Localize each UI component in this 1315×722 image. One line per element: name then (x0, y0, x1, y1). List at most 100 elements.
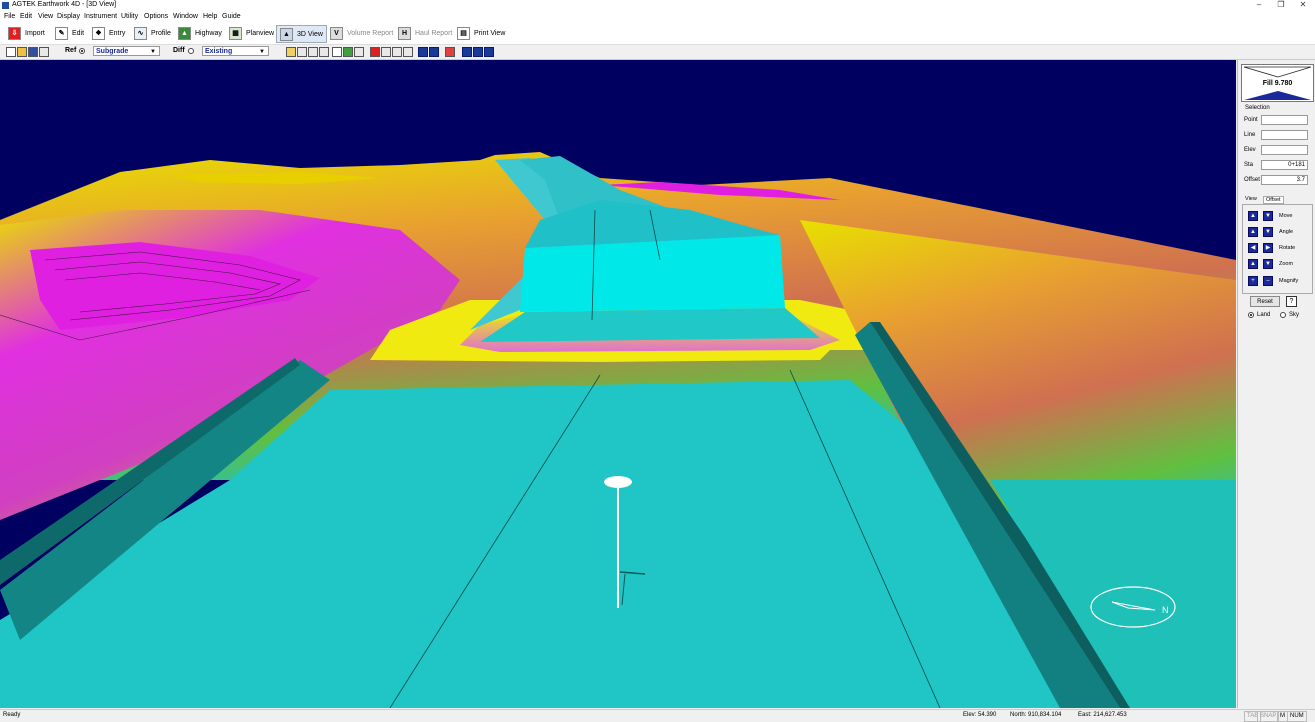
menu-edit[interactable]: Edit (20, 13, 32, 20)
selection-title: Selection (1245, 105, 1270, 111)
app-icon (2, 2, 9, 9)
tab-edit[interactable]: ✎ Edit (52, 25, 87, 41)
station-field[interactable]: 0+181 (1261, 160, 1308, 170)
sheet-icon[interactable] (332, 47, 342, 57)
tab-entry[interactable]: ❖ Entry (89, 25, 128, 41)
menu-guide[interactable]: Guide (222, 13, 241, 20)
home-icon[interactable] (473, 47, 483, 57)
menu-help[interactable]: Help (203, 13, 217, 20)
zoom-out-icon[interactable]: ▼ (1263, 259, 1273, 269)
sky-radio[interactable] (1280, 312, 1286, 318)
tab-volume-report[interactable]: V Volume Report (327, 25, 396, 41)
status-ready: Ready (3, 712, 21, 718)
layer-icon[interactable] (462, 47, 472, 57)
restore-icon[interactable]: ❐ (1270, 0, 1292, 11)
menu-options[interactable]: Options (144, 13, 168, 20)
elev-label: Elev (1244, 147, 1256, 153)
tab-planview[interactable]: ▦ Planview (226, 25, 277, 41)
mode-tabbar: ⇩ Import ✎ Edit ❖ Entry ∿ Profile ▲ High… (0, 22, 1315, 45)
edit-icon: ✎ (55, 26, 68, 40)
diff-radio[interactable] (188, 48, 194, 54)
angle-label: Angle (1279, 229, 1294, 235)
view-toolbar: Ref Subgrade ▼ Diff Existing ▼ (0, 45, 1315, 60)
open-folder-icon[interactable] (17, 47, 27, 57)
tab-3d-view[interactable]: ▲ 3D View (276, 25, 327, 43)
zoom-label: Zoom (1279, 261, 1294, 267)
play-icon[interactable] (354, 47, 364, 57)
profile-icon: ∿ (134, 26, 147, 40)
tab-profile[interactable]: ∿ Profile (131, 25, 174, 41)
pan-icon[interactable] (297, 47, 307, 57)
planview-icon: ▦ (229, 26, 242, 40)
new-file-icon[interactable] (6, 47, 16, 57)
elev-field[interactable] (1261, 145, 1308, 155)
point-label: Point (1244, 117, 1258, 123)
rotate-right-icon[interactable]: ▶ (1263, 243, 1273, 253)
import-icon: ⇩ (8, 26, 21, 40)
print-icon[interactable] (39, 47, 49, 57)
menu-utility[interactable]: Utility (121, 13, 138, 20)
tab-print-view[interactable]: ▤ Print View (454, 25, 508, 41)
save-icon[interactable] (28, 47, 38, 57)
3d-viewport[interactable]: N (0, 60, 1236, 708)
rotate-left-icon[interactable]: ◀ (1248, 243, 1258, 253)
pause-icon[interactable] (392, 47, 402, 57)
angle-down-icon[interactable]: ▼ (1263, 227, 1273, 237)
menu-file[interactable]: File (4, 13, 15, 20)
menu-instrument[interactable]: Instrument (84, 13, 117, 20)
angle-up-icon[interactable]: ▲ (1248, 227, 1258, 237)
fill-indicator: Fill 9.780 (1241, 64, 1314, 102)
magnify-plus-icon[interactable]: + (1248, 276, 1258, 286)
tab-view[interactable]: View (1245, 196, 1257, 202)
zoom-window-icon[interactable] (319, 47, 329, 57)
zoom-in-icon[interactable]: ▲ (1248, 259, 1258, 269)
help-button[interactable]: ? (1286, 296, 1297, 307)
move-up-icon[interactable]: ▲ (1248, 211, 1258, 221)
menu-window[interactable]: Window (173, 13, 198, 20)
zoom-icon[interactable] (308, 47, 318, 57)
view-a-icon[interactable] (429, 47, 439, 57)
terrain-render[interactable]: N (0, 60, 1236, 708)
minimize-icon[interactable]: – (1248, 0, 1270, 11)
line-label: Line (1244, 132, 1256, 138)
record-icon[interactable] (370, 47, 380, 57)
tab-offset[interactable]: Offset (1263, 196, 1284, 204)
tab-highway[interactable]: ▲ Highway (175, 25, 225, 41)
grid-icon[interactable] (484, 47, 494, 57)
menu-display[interactable]: Display (57, 13, 80, 20)
reset-button[interactable]: Reset (1250, 296, 1280, 307)
svg-text:N: N (1162, 605, 1169, 615)
status-bar: Ready Elev: 54.390 North: 910,834.104 Ea… (0, 709, 1315, 722)
step-icon[interactable] (381, 47, 391, 57)
menu-bar: File Edit View Display Instrument Utilit… (0, 11, 1315, 22)
status-east: East: 214,627.453 (1078, 712, 1127, 718)
magnify-minus-icon[interactable]: – (1263, 276, 1273, 286)
volume-report-icon: V (330, 26, 343, 40)
move-down-icon[interactable]: ▼ (1263, 211, 1273, 221)
ref-surface-select[interactable]: Subgrade ▼ (93, 46, 160, 56)
chevron-down-icon: ▼ (150, 49, 156, 55)
tab-haul-report[interactable]: H Haul Report (395, 25, 455, 41)
title-bar: AGTEK Earthwork 4D - [3D View] – ❐ ✕ (0, 0, 1315, 11)
land-radio[interactable] (1248, 312, 1254, 318)
stop-icon[interactable] (403, 47, 413, 57)
window-title: AGTEK Earthwork 4D - [3D View] (12, 1, 117, 8)
home-view-icon[interactable] (286, 47, 296, 57)
point-field[interactable] (1261, 115, 1308, 125)
menu-view[interactable]: View (38, 13, 53, 20)
diff-surface-select[interactable]: Existing ▼ (202, 46, 269, 56)
terrain-icon[interactable] (343, 47, 353, 57)
offset-field[interactable]: 3.7 (1261, 175, 1308, 185)
land-label: Land (1257, 312, 1271, 318)
tab-import[interactable]: ⇩ Import (5, 25, 48, 41)
fill-value: Fill 9.780 (1262, 80, 1293, 87)
auto-icon[interactable] (418, 47, 428, 57)
close-icon[interactable]: ✕ (1292, 0, 1314, 11)
camera-icon[interactable] (445, 47, 455, 57)
ref-radio[interactable] (79, 48, 85, 54)
print-view-icon: ▤ (457, 26, 470, 40)
view-controls: ▲ ▼ Move ▲ ▼ Angle ◀ ▶ Rotate ▲ ▼ Zoom +… (1242, 204, 1313, 294)
rotate-label: Rotate (1279, 245, 1296, 251)
line-field[interactable] (1261, 130, 1308, 140)
move-label: Move (1279, 213, 1293, 219)
